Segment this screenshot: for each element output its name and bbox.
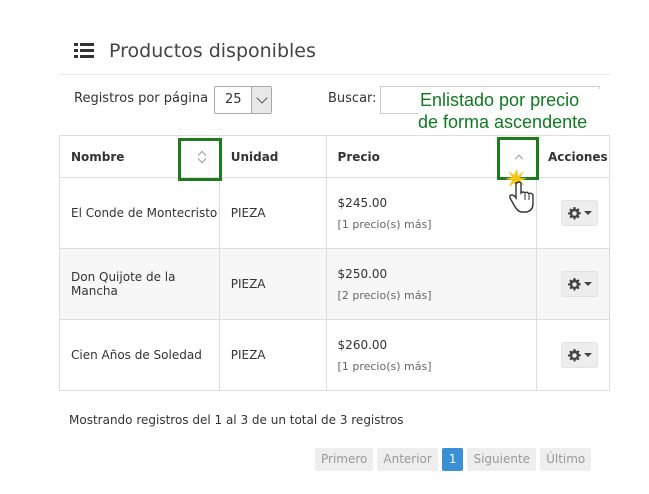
table-row: Cien Años de Soledad PIEZA $260.00 [1 pr… bbox=[59, 319, 610, 391]
page-length-value: 25 bbox=[225, 92, 242, 107]
actions-button[interactable] bbox=[561, 342, 598, 368]
gear-icon bbox=[567, 277, 581, 291]
price-value: $250.00 bbox=[337, 266, 388, 281]
next-page-button[interactable]: Siguiente bbox=[467, 448, 537, 471]
annotation-line-1: Enlistado por precio bbox=[420, 90, 580, 110]
chevron-down-icon[interactable] bbox=[251, 87, 271, 113]
cell-acciones bbox=[536, 248, 610, 320]
cell-acciones bbox=[536, 177, 610, 249]
column-header-label: Acciones bbox=[548, 149, 608, 164]
price-value: $260.00 bbox=[337, 337, 388, 352]
gear-icon bbox=[567, 206, 581, 220]
caret-down-icon bbox=[583, 353, 592, 357]
gear-icon bbox=[567, 348, 581, 362]
column-header-label: Precio bbox=[337, 149, 380, 164]
cell-unidad: PIEZA bbox=[218, 177, 327, 249]
column-header-label: Nombre bbox=[71, 149, 125, 164]
cell-nombre: Don Quijote de la Mancha bbox=[59, 248, 220, 320]
title-divider bbox=[59, 74, 610, 75]
panel-header: Productos disponibles bbox=[74, 40, 316, 62]
list-icon bbox=[74, 43, 94, 59]
search-label: Buscar: bbox=[328, 91, 377, 106]
cell-nombre: El Conde de Montecristo bbox=[59, 177, 220, 249]
actions-button[interactable] bbox=[561, 200, 598, 226]
cell-unidad: PIEZA bbox=[218, 248, 327, 320]
prev-page-button[interactable]: Anterior bbox=[377, 448, 438, 471]
more-prices-link[interactable]: [1 precio(s) más] bbox=[338, 218, 536, 231]
more-prices-link[interactable]: [2 precio(s) más] bbox=[338, 289, 536, 302]
column-header-unidad[interactable]: Unidad bbox=[218, 135, 327, 178]
last-page-button[interactable]: Último bbox=[540, 448, 592, 471]
table-info: Mostrando registros del 1 al 3 de un tot… bbox=[69, 413, 404, 427]
annotation-line-2: de forma ascendente bbox=[418, 112, 588, 132]
table-row: Don Quijote de la Mancha PIEZA $250.00 [… bbox=[59, 248, 610, 320]
cell-precio: $260.00 [1 precio(s) más] bbox=[325, 319, 538, 391]
first-page-button[interactable]: Primero bbox=[315, 448, 374, 471]
page-title: Productos disponibles bbox=[109, 40, 316, 62]
actions-button[interactable] bbox=[561, 271, 598, 297]
cell-nombre: Cien Años de Soledad bbox=[59, 319, 220, 391]
cell-precio: $250.00 [2 precio(s) más] bbox=[325, 248, 538, 320]
page-length-select[interactable]: 25 bbox=[214, 86, 272, 114]
column-header-acciones: Acciones bbox=[536, 135, 610, 178]
cell-unidad: PIEZA bbox=[218, 319, 327, 391]
cell-acciones bbox=[536, 319, 610, 391]
caret-down-icon bbox=[583, 211, 592, 215]
hand-cursor-icon bbox=[500, 167, 540, 217]
page-length-label: Registros por página bbox=[74, 91, 209, 106]
sort-annotation: Enlistado por precio de forma ascendente bbox=[418, 89, 608, 133]
column-header-label: Unidad bbox=[230, 149, 279, 164]
more-prices-link[interactable]: [1 precio(s) más] bbox=[338, 360, 536, 373]
page-1-button[interactable]: 1 bbox=[441, 448, 464, 471]
caret-down-icon bbox=[583, 282, 592, 286]
highlight-box-nombre-sort bbox=[178, 138, 222, 181]
pagination: Primero Anterior 1 Siguiente Último bbox=[315, 448, 595, 471]
